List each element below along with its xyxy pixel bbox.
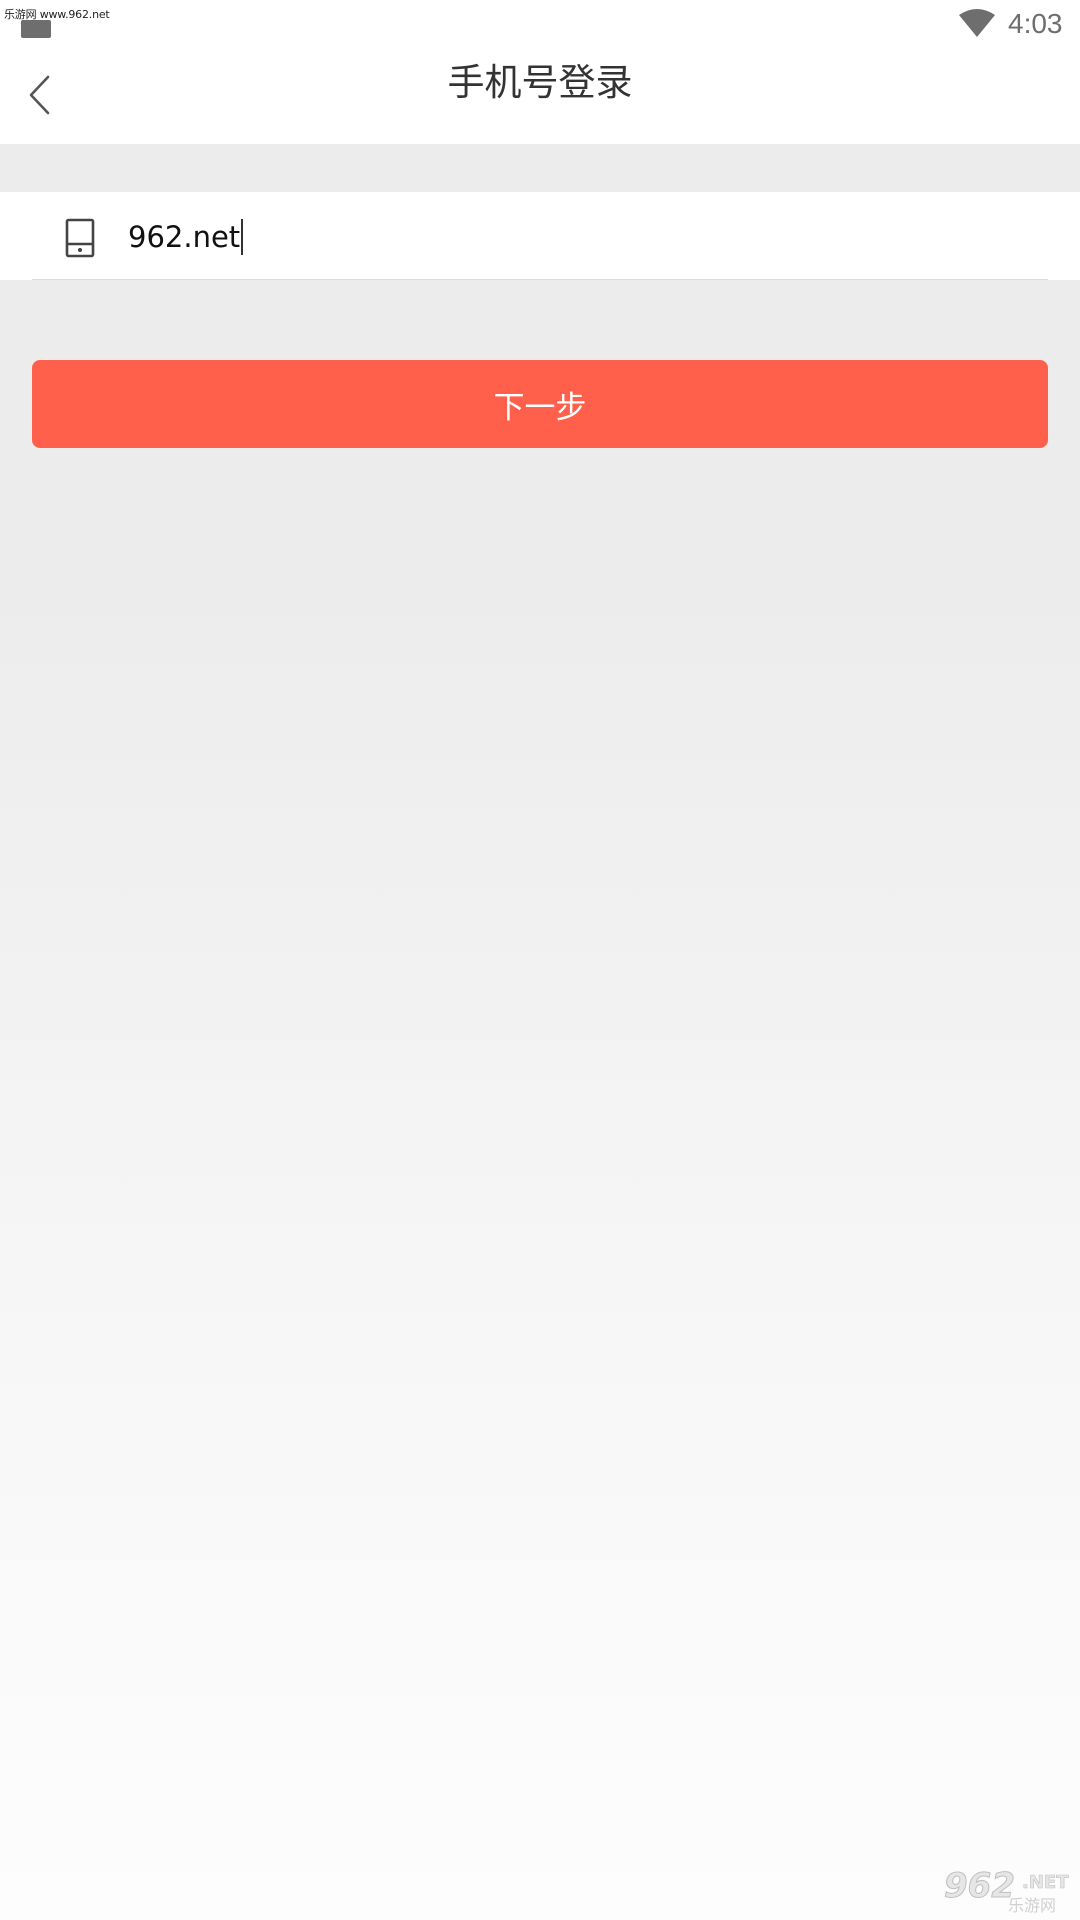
top-bar: 乐游网 www.962.net 4:03 手机号登录 xyxy=(0,0,1080,144)
text-caret xyxy=(241,219,244,255)
logo-watermark: 962 .NET 乐游网 xyxy=(942,1866,1074,1916)
phone-icon xyxy=(65,218,95,258)
phone-input-value[interactable]: 962.net xyxy=(128,220,240,254)
logo-suffix: .NET xyxy=(1022,1872,1069,1894)
page-title: 手机号登录 xyxy=(447,61,633,104)
input-divider xyxy=(32,279,1048,280)
top-watermark-text: 乐游网 www.962.net xyxy=(4,8,110,21)
logo-number: 962 xyxy=(944,1866,1016,1907)
next-button[interactable]: 下一步 xyxy=(32,360,1048,448)
phone-input-row[interactable]: 962.net xyxy=(0,192,1080,280)
notification-icon xyxy=(21,20,51,38)
wifi-icon xyxy=(959,9,995,37)
logo-cn-text: 乐游网 xyxy=(1008,1896,1057,1915)
status-time: 4:03 xyxy=(1008,8,1063,39)
phone-input[interactable]: 962.net xyxy=(128,210,244,264)
next-button-label: 下一步 xyxy=(493,389,587,426)
